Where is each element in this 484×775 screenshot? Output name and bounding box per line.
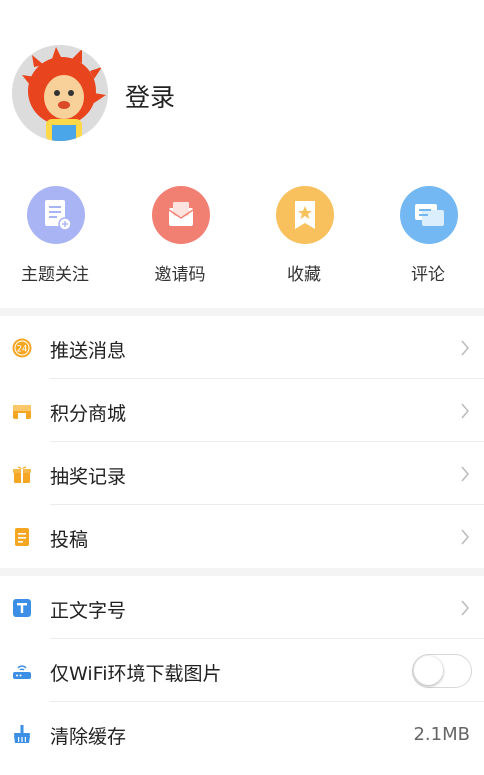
- menu-label: 仅WiFi环境下载图片: [50, 663, 222, 685]
- menu-label: 清除缓存: [50, 726, 127, 748]
- chevron-right-icon: [461, 466, 470, 482]
- clock-24-icon: 24: [12, 338, 32, 358]
- action-label: 评论: [411, 265, 445, 285]
- quick-actions: 主题关注 邀请码 收藏 评论: [0, 180, 484, 300]
- invite-envelope-icon: [152, 186, 210, 244]
- text-size-icon: [13, 599, 31, 617]
- profile-header: 登录: [0, 0, 484, 170]
- gift-icon: [13, 466, 31, 483]
- action-subscriptions[interactable]: 主题关注: [0, 180, 110, 290]
- subscribe-doc-icon: [27, 186, 85, 244]
- action-favorites[interactable]: 收藏: [249, 180, 359, 290]
- menu-label: 投稿: [50, 529, 89, 551]
- login-label[interactable]: 登录: [125, 78, 175, 114]
- section-divider: [0, 308, 484, 316]
- menu-contribute[interactable]: 投稿: [0, 505, 484, 568]
- menu-points-mall[interactable]: 积分商城: [0, 379, 484, 442]
- bookmark-icon: [276, 186, 334, 244]
- lion-mascot-icon: [12, 45, 108, 141]
- toggle-knob: [414, 656, 443, 685]
- chevron-right-icon: [461, 340, 470, 356]
- wifi-only-toggle[interactable]: [412, 654, 472, 688]
- chevron-right-icon: [461, 600, 470, 616]
- router-icon: [13, 665, 31, 679]
- menu-label: 抽奖记录: [50, 466, 127, 488]
- broom-icon: [14, 725, 30, 743]
- chevron-right-icon: [461, 403, 470, 419]
- avatar[interactable]: [12, 45, 108, 141]
- comment-icon: [400, 186, 458, 244]
- menu-wifi-only-images: 仅WiFi环境下载图片: [0, 639, 484, 702]
- action-label: 收藏: [287, 265, 321, 285]
- cache-size-value: 2.1MB: [413, 724, 470, 745]
- svg-text:24: 24: [17, 345, 28, 355]
- action-label: 邀请码: [154, 265, 206, 285]
- menu-push-messages[interactable]: 24 推送消息: [0, 316, 484, 379]
- menu-label: 推送消息: [50, 340, 127, 362]
- menu-lottery-records[interactable]: 抽奖记录: [0, 442, 484, 505]
- chevron-right-icon: [461, 529, 470, 545]
- menu-label: 正文字号: [50, 600, 127, 622]
- menu-font-size[interactable]: 正文字号: [0, 576, 484, 639]
- menu-clear-cache[interactable]: 清除缓存 2.1MB: [0, 702, 484, 765]
- menu-label: 积分商城: [50, 403, 127, 425]
- notepad-icon: [15, 528, 29, 546]
- action-invite-code[interactable]: 邀请码: [125, 180, 235, 290]
- action-comments[interactable]: 评论: [373, 180, 483, 290]
- store-icon: [13, 405, 31, 419]
- section-divider: [0, 568, 484, 576]
- action-label: 主题关注: [21, 265, 89, 285]
